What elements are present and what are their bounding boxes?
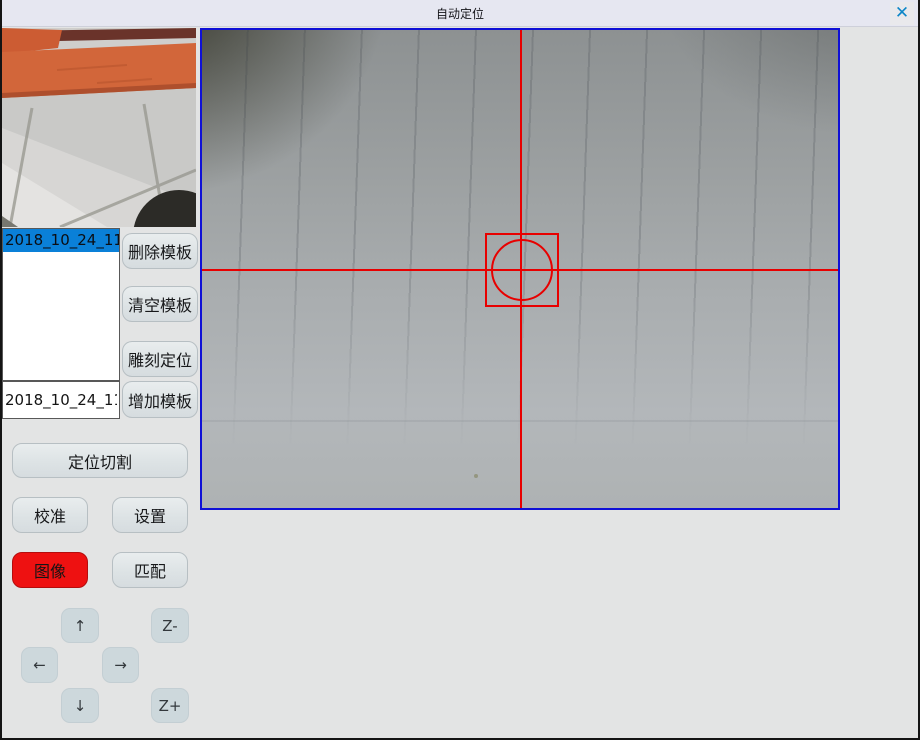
close-button[interactable]: ✕ [890,2,914,25]
engrave-locate-button[interactable]: 雕刻定位 [122,341,198,377]
match-button[interactable]: 匹配 [112,552,188,588]
camera-feed-speck [474,474,478,478]
jog-up-button[interactable]: ↑ [61,608,99,643]
jog-left-button[interactable]: ← [21,647,58,683]
template-list-item[interactable]: 2018_10_24_11 [3,229,119,252]
image-button[interactable]: 图像 [12,552,88,588]
add-template-button[interactable]: 增加模板 [122,381,198,418]
jog-down-button[interactable]: ↓ [61,688,99,723]
camera-view[interactable] [200,28,840,510]
template-thumbnail-image [2,28,196,227]
jog-z-plus-button[interactable]: Z+ [151,688,189,723]
target-circle-overlay [491,239,553,301]
jog-z-minus-button[interactable]: Z- [151,608,189,643]
jog-right-button[interactable]: → [102,647,139,683]
template-name-input[interactable] [2,381,120,419]
template-listbox[interactable]: 2018_10_24_11 [2,228,120,381]
calibrate-button[interactable]: 校准 [12,497,88,533]
window-title: 自动定位 [0,0,920,27]
clear-templates-button[interactable]: 清空模板 [122,286,198,322]
template-thumbnail [2,28,196,227]
locate-cut-button[interactable]: 定位切割 [12,443,188,478]
close-icon: ✕ [895,5,909,22]
delete-template-button[interactable]: 删除模板 [122,233,198,269]
settings-button[interactable]: 设置 [112,497,188,533]
window-titlebar: 自动定位 [0,0,920,27]
